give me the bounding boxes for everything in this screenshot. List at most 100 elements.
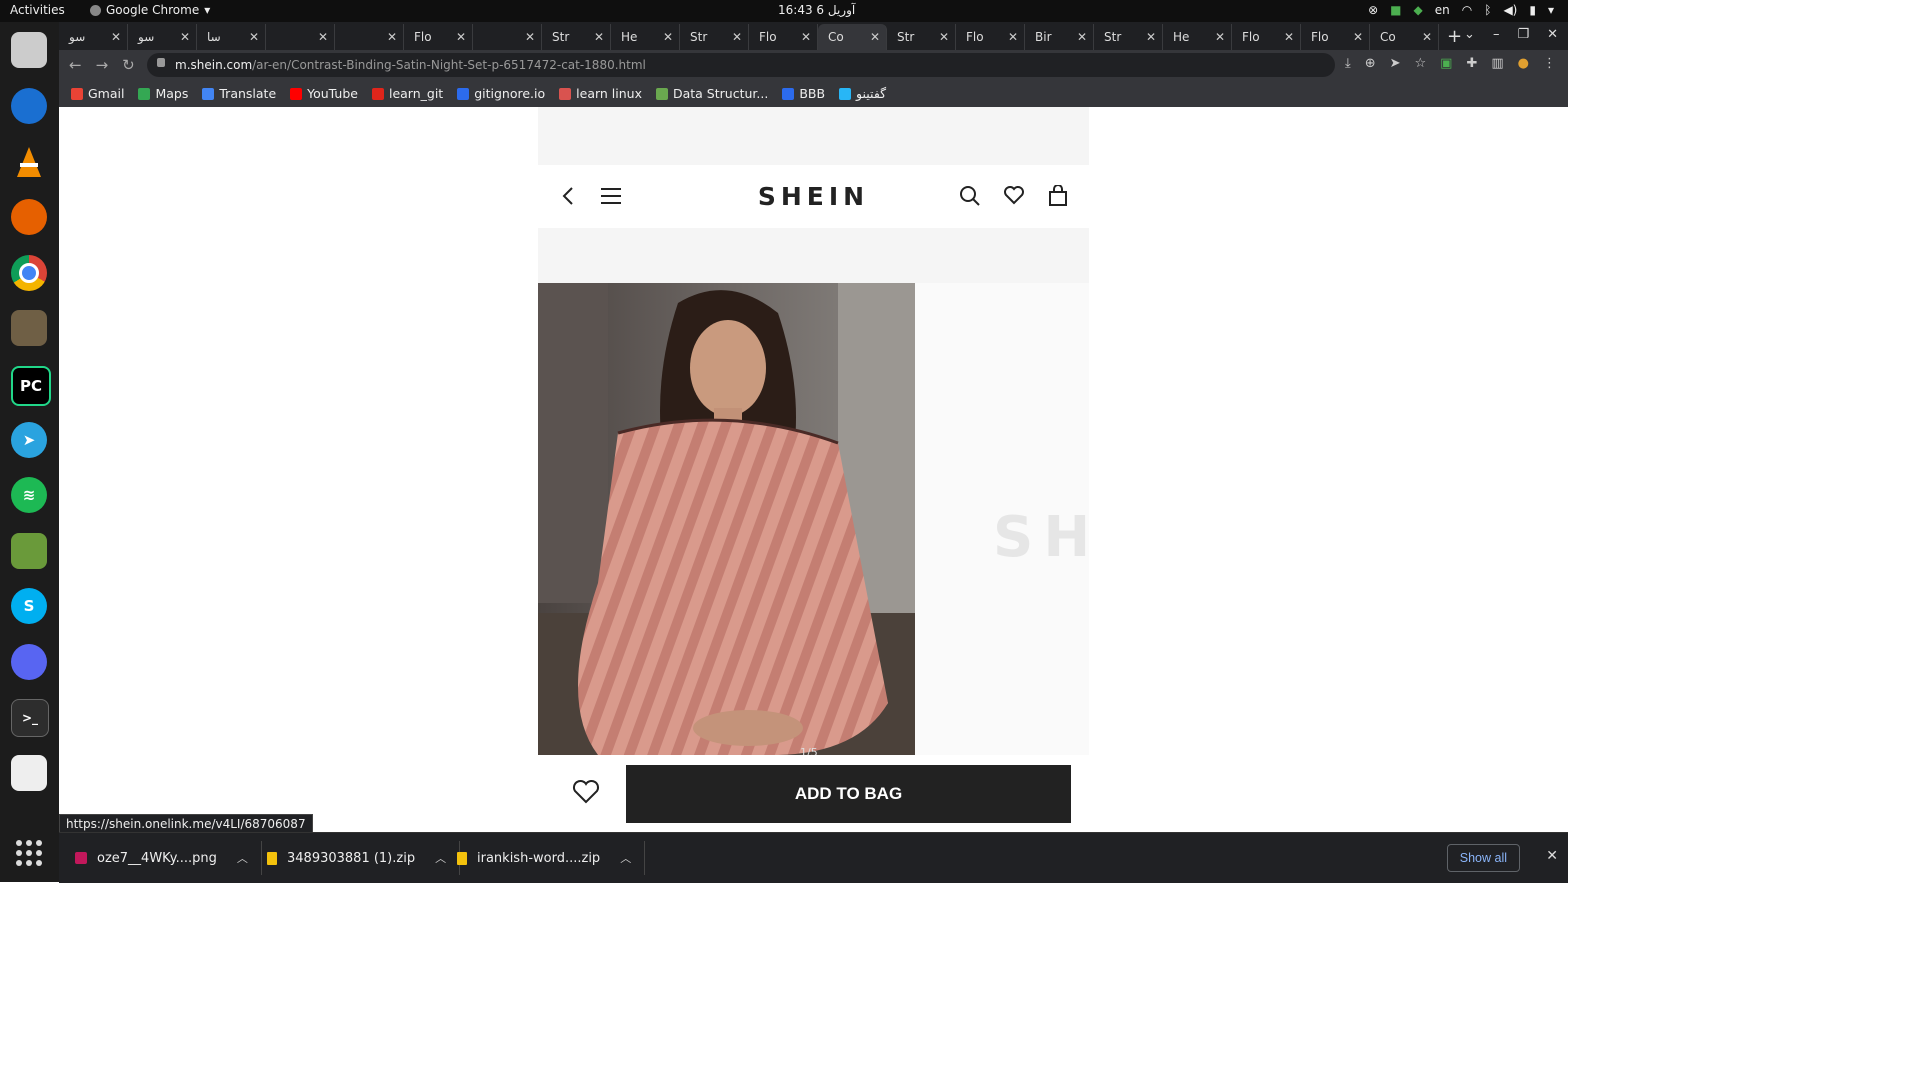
back-icon[interactable]: ← — [69, 56, 82, 74]
bookmark-item[interactable]: gitignore.io — [457, 86, 545, 101]
terminal-icon[interactable]: >_ — [11, 699, 49, 737]
close-tab-icon[interactable]: ✕ — [1146, 30, 1156, 44]
browser-tab[interactable]: سو ✕ — [128, 24, 197, 50]
search-icon[interactable] — [959, 185, 981, 211]
browser-tab[interactable]: سا ✕ — [197, 24, 266, 50]
browser-tab[interactable]: Flo ✕ — [1301, 24, 1370, 50]
address-bar[interactable]: m.shein.com/ar-en/Contrast-Binding-Satin… — [147, 53, 1335, 77]
discord-icon[interactable] — [11, 644, 47, 680]
shield-green-icon[interactable]: ■ — [1390, 3, 1401, 17]
close-tab-icon[interactable]: ✕ — [1215, 30, 1225, 44]
shopping-bag-icon[interactable] — [1047, 184, 1069, 211]
chevron-up-icon[interactable]: ︿ — [435, 850, 446, 866]
download-item[interactable]: 3489303881 (1).zip ︿ — [267, 833, 461, 883]
activities-button[interactable]: Activities — [10, 3, 65, 17]
product-gallery[interactable]: SH 1/5 — [538, 283, 1089, 759]
bookmark-item[interactable]: Maps — [138, 86, 188, 101]
bookmark-item[interactable]: learn linux — [559, 86, 642, 101]
clock[interactable]: 16:43 6 آوریل — [778, 3, 855, 17]
download-item[interactable]: oze7__4WKy....png ︿ — [75, 833, 262, 883]
tray-app-icon[interactable]: ⊗ — [1368, 3, 1378, 17]
close-tab-icon[interactable]: ✕ — [525, 30, 535, 44]
pycharm-icon[interactable]: PC — [11, 366, 51, 406]
bookmark-item[interactable]: گفتینو — [839, 86, 886, 101]
browser-tab[interactable]: ✕ — [473, 24, 542, 50]
close-window-icon[interactable]: ✕ — [1547, 27, 1558, 42]
power-menu-icon[interactable]: ▾ — [1548, 3, 1554, 17]
close-tab-icon[interactable]: ✕ — [1077, 30, 1087, 44]
browser-tab[interactable]: He ✕ — [611, 24, 680, 50]
bookmark-star-icon[interactable]: ☆ — [1415, 56, 1427, 71]
bookmark-item[interactable]: Gmail — [71, 86, 124, 101]
close-tab-icon[interactable]: ✕ — [1422, 30, 1432, 44]
extension-ro-icon[interactable]: ▣ — [1440, 56, 1452, 71]
tab-search-icon[interactable]: ⌄ — [1464, 27, 1475, 42]
bookmark-item[interactable]: Data Structur... — [655, 86, 768, 101]
vlc-icon[interactable] — [11, 144, 47, 180]
close-tab-icon[interactable]: ✕ — [387, 30, 397, 44]
close-tab-icon[interactable]: ✕ — [870, 30, 880, 44]
vpn-shield-icon[interactable]: ◆ — [1414, 3, 1423, 17]
side-panel-icon[interactable]: ▥ — [1491, 56, 1503, 71]
wifi-icon[interactable]: ◠ — [1462, 3, 1472, 17]
new-tab-button[interactable]: + — [1447, 26, 1462, 47]
lock-icon[interactable] — [157, 58, 165, 67]
close-tab-icon[interactable]: ✕ — [594, 30, 604, 44]
bluetooth-icon[interactable]: ᛒ — [1484, 3, 1491, 17]
close-tab-icon[interactable]: ✕ — [249, 30, 259, 44]
close-tab-icon[interactable]: ✕ — [732, 30, 742, 44]
close-tab-icon[interactable]: ✕ — [801, 30, 811, 44]
turtle-app-icon[interactable] — [11, 533, 47, 569]
close-tab-icon[interactable]: ✕ — [456, 30, 466, 44]
language-indicator[interactable]: en — [1435, 3, 1450, 17]
add-to-bag-button[interactable]: ADD TO BAG — [626, 765, 1071, 823]
close-tab-icon[interactable]: ✕ — [111, 30, 121, 44]
bookmark-item[interactable]: YouTube — [290, 86, 358, 101]
close-tab-icon[interactable]: ✕ — [1008, 30, 1018, 44]
install-icon[interactable]: ⤓ — [1345, 56, 1351, 71]
browser-tab[interactable]: Co ✕ — [1370, 24, 1439, 50]
gimp-icon[interactable] — [11, 310, 47, 346]
zoom-icon[interactable]: ⊕ — [1365, 56, 1376, 71]
browser-tab[interactable]: Bir ✕ — [1025, 24, 1094, 50]
send-icon[interactable]: ➤ — [1390, 56, 1401, 71]
files-icon[interactable] — [11, 32, 47, 68]
battery-icon[interactable]: ▮ — [1529, 3, 1536, 17]
browser-tab[interactable]: سو ✕ — [59, 24, 128, 50]
profile-avatar[interactable]: ● — [1518, 56, 1529, 71]
volume-icon[interactable]: ◀) — [1503, 3, 1517, 17]
browser-tab[interactable]: Str ✕ — [1094, 24, 1163, 50]
close-tab-icon[interactable]: ✕ — [180, 30, 190, 44]
browser-tab[interactable]: Str ✕ — [680, 24, 749, 50]
text-editor-icon[interactable] — [11, 755, 47, 791]
browser-tab[interactable]: Str ✕ — [542, 24, 611, 50]
close-tab-icon[interactable]: ✕ — [1353, 30, 1363, 44]
reload-icon[interactable]: ↻ — [122, 56, 135, 74]
minimize-icon[interactable]: – — [1493, 27, 1500, 42]
wishlist-heart-icon[interactable] — [1003, 185, 1025, 211]
extensions-puzzle-icon[interactable]: ✚ — [1466, 56, 1477, 71]
close-downloads-icon[interactable]: ✕ — [1546, 848, 1558, 864]
more-menu-icon[interactable]: ⋮ — [1543, 56, 1556, 71]
save-heart-icon[interactable] — [572, 779, 600, 809]
show-apps-icon[interactable] — [16, 840, 42, 866]
browser-tab[interactable]: Flo ✕ — [404, 24, 473, 50]
system-tray[interactable]: ⊗ ■ ◆ en ◠ ᛒ ◀) ▮ ▾ — [1368, 3, 1554, 17]
skype-icon[interactable]: S — [11, 588, 47, 624]
bookmark-item[interactable]: learn_git — [371, 86, 443, 101]
browser-tab[interactable]: ✕ — [266, 24, 335, 50]
firefox-icon[interactable] — [11, 199, 47, 235]
spotify-icon[interactable]: ≋ — [11, 477, 47, 513]
bookmark-item[interactable]: BBB — [782, 86, 825, 101]
close-tab-icon[interactable]: ✕ — [1284, 30, 1294, 44]
browser-tab[interactable]: Co ✕ — [818, 24, 887, 50]
app-menu[interactable]: Google Chrome ▾ — [90, 3, 210, 17]
download-item[interactable]: irankish-word....zip ︿ — [457, 833, 646, 883]
restore-icon[interactable]: ❐ — [1517, 27, 1529, 42]
forward-icon[interactable]: → — [96, 56, 109, 74]
browser-tab[interactable]: Flo ✕ — [1232, 24, 1301, 50]
bookmark-item[interactable]: Translate — [202, 86, 276, 101]
chevron-up-icon[interactable]: ︿ — [620, 850, 631, 866]
show-all-downloads-button[interactable]: Show all — [1446, 844, 1520, 872]
browser-tab[interactable]: ✕ — [335, 24, 404, 50]
